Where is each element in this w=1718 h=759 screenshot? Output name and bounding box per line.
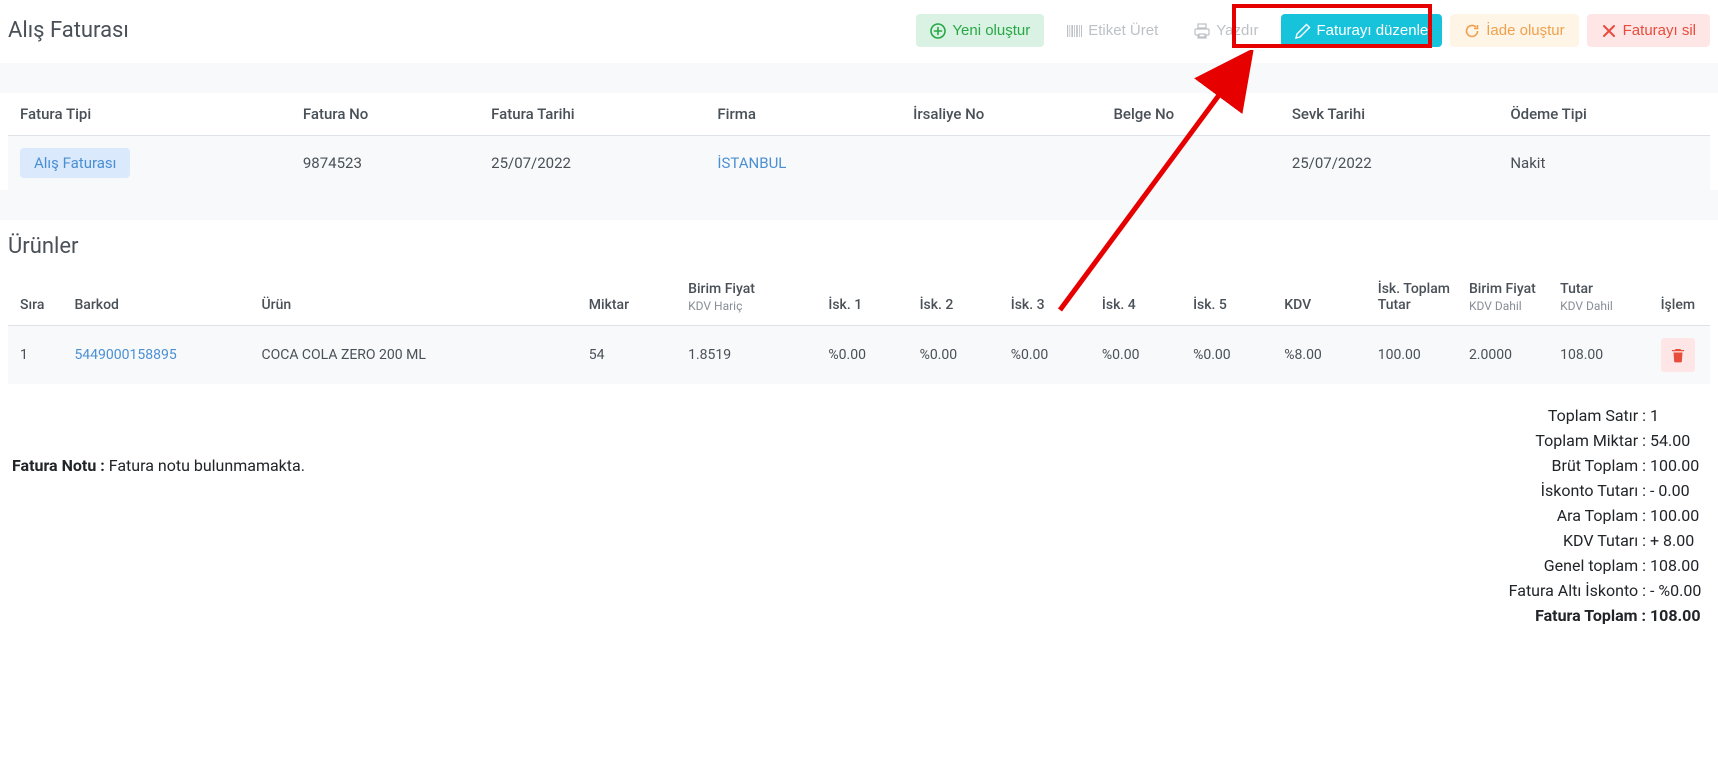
note-label: Fatura Notu :: [12, 456, 109, 475]
total-gross-label: Brüt Toplam :: [1552, 456, 1646, 475]
barcode-icon: [1066, 23, 1082, 39]
cell-miktar: 54: [581, 326, 680, 385]
hdr-itt: İsk. Toplam Tutar: [1370, 269, 1461, 326]
spacer: [0, 63, 1718, 93]
label-generate-label: Etiket Üret: [1088, 22, 1158, 39]
total-gross-val: 100.00: [1650, 456, 1706, 475]
label-generate-button: Etiket Üret: [1052, 14, 1172, 47]
cell-isk1: %0.00: [820, 326, 911, 385]
hdr-islem: İşlem: [1646, 269, 1710, 326]
total-row-val: 1: [1650, 406, 1706, 425]
total-vat-label: KDV Tutarı :: [1563, 531, 1646, 550]
products-table: Sıra Barkod Ürün Miktar Birim FiyatKDV H…: [8, 269, 1710, 384]
total-sub-label: Ara Toplam :: [1557, 506, 1646, 525]
hdr-urun: Ürün: [253, 269, 580, 326]
invoice-info-table: Fatura Tipi Fatura No Fatura Tarihi Firm…: [8, 93, 1710, 190]
product-row: 1 5449000158895 COCA COLA ZERO 200 ML 54…: [8, 326, 1710, 385]
info-row: Alış Faturası 9874523 25/07/2022 İSTANBU…: [8, 136, 1710, 191]
hdr-isk4: İsk. 4: [1094, 269, 1185, 326]
hdr-bfd: Birim FiyatKDV Dahil: [1461, 269, 1552, 326]
hdr-tutar: TutarKDV Dahil: [1552, 269, 1646, 326]
cell-bfd: 2.0000: [1461, 326, 1552, 385]
cell-urun: COCA COLA ZERO 200 ML: [253, 326, 580, 385]
cell-kdv: %8.00: [1276, 326, 1370, 385]
plus-circle-icon: [930, 23, 946, 39]
col-dispatch: İrsaliye No: [901, 93, 1101, 136]
total-under-val: - %0.00: [1650, 581, 1706, 600]
total-disc-val: - 0.00: [1650, 481, 1706, 500]
hdr-isk2: İsk. 2: [912, 269, 1003, 326]
hdr-kdv: KDV: [1276, 269, 1370, 326]
total-gen-label: Genel toplam :: [1544, 556, 1646, 575]
edit-invoice-button[interactable]: Faturayı düzenle: [1281, 14, 1443, 47]
edit-label: Faturayı düzenle: [1317, 22, 1429, 39]
print-label: Yazdır: [1216, 22, 1258, 39]
col-paytype: Ödeme Tipi: [1498, 93, 1710, 136]
hdr-bf: Birim FiyatKDV Hariç: [680, 269, 820, 326]
col-type: Fatura Tipi: [8, 93, 291, 136]
invoice-no: 9874523: [291, 136, 479, 191]
hdr-miktar: Miktar: [581, 269, 680, 326]
total-grand-label: Fatura Toplam :: [1535, 606, 1646, 625]
create-return-button[interactable]: İade oluştur: [1450, 14, 1578, 47]
cell-isk5: %0.00: [1185, 326, 1276, 385]
printer-icon: [1194, 23, 1210, 39]
col-firm: Firma: [705, 93, 901, 136]
ship-date: 25/07/2022: [1280, 136, 1499, 191]
col-docno: Belge No: [1101, 93, 1279, 136]
cell-isk2: %0.00: [912, 326, 1003, 385]
hdr-isk5: İsk. 5: [1185, 269, 1276, 326]
products-title: Ürünler: [8, 220, 1710, 269]
firm-link[interactable]: İSTANBUL: [717, 154, 786, 172]
pay-type: Nakit: [1498, 136, 1710, 191]
hdr-isk1: İsk. 1: [820, 269, 911, 326]
delete-label: Faturayı sil: [1623, 22, 1696, 39]
invoice-date: 25/07/2022: [479, 136, 705, 191]
cell-isk3: %0.00: [1003, 326, 1094, 385]
total-qty-label: Toplam Miktar :: [1535, 431, 1646, 450]
cell-isk4: %0.00: [1094, 326, 1185, 385]
col-date: Fatura Tarihi: [479, 93, 705, 136]
hdr-sira: Sıra: [8, 269, 66, 326]
hdr-barkod: Barkod: [66, 269, 253, 326]
print-button[interactable]: Yazdır: [1180, 14, 1272, 47]
create-button[interactable]: Yeni oluştur: [916, 14, 1044, 47]
page-title: Alış Faturası: [8, 18, 129, 43]
cell-tutar: 108.00: [1552, 326, 1646, 385]
total-under-label: Fatura Altı İskonto :: [1509, 581, 1646, 600]
dispatch-no: [901, 136, 1101, 191]
barcode-link[interactable]: 5449000158895: [74, 347, 176, 363]
delete-row-button[interactable]: [1661, 338, 1695, 372]
edit-icon: [1295, 23, 1311, 39]
col-no: Fatura No: [291, 93, 479, 136]
note-text: Fatura notu bulunmamakta.: [109, 456, 305, 475]
delete-invoice-button[interactable]: Faturayı sil: [1587, 14, 1710, 47]
doc-no: [1101, 136, 1279, 191]
close-icon: [1601, 23, 1617, 39]
total-sub-val: 100.00: [1650, 506, 1706, 525]
hdr-isk3: İsk. 3: [1003, 269, 1094, 326]
total-vat-val: + 8.00: [1650, 531, 1706, 550]
cell-itt: 100.00: [1370, 326, 1461, 385]
invoice-type-badge: Alış Faturası: [20, 148, 130, 178]
invoice-note: Fatura Notu : Fatura notu bulunmamakta.: [12, 456, 305, 475]
total-qty-val: 54.00: [1650, 431, 1706, 450]
col-shipdate: Sevk Tarihi: [1280, 93, 1499, 136]
trash-icon: [1670, 347, 1686, 363]
totals-block: Toplam Satır :1 Toplam Miktar :54.00 Brü…: [1509, 406, 1706, 631]
create-label: Yeni oluştur: [952, 22, 1030, 39]
refresh-icon: [1464, 23, 1480, 39]
return-label: İade oluştur: [1486, 22, 1564, 39]
spacer: [0, 190, 1718, 220]
total-grand-val: 108.00: [1650, 606, 1706, 625]
cell-bf: 1.8519: [680, 326, 820, 385]
total-disc-label: İskonto Tutarı :: [1541, 481, 1646, 500]
total-row-label: Toplam Satır :: [1548, 406, 1646, 425]
cell-sira: 1: [8, 326, 66, 385]
toolbar: Yeni oluştur Etiket Üret Yazdır Faturayı…: [916, 14, 1710, 47]
total-gen-val: 108.00: [1650, 556, 1706, 575]
